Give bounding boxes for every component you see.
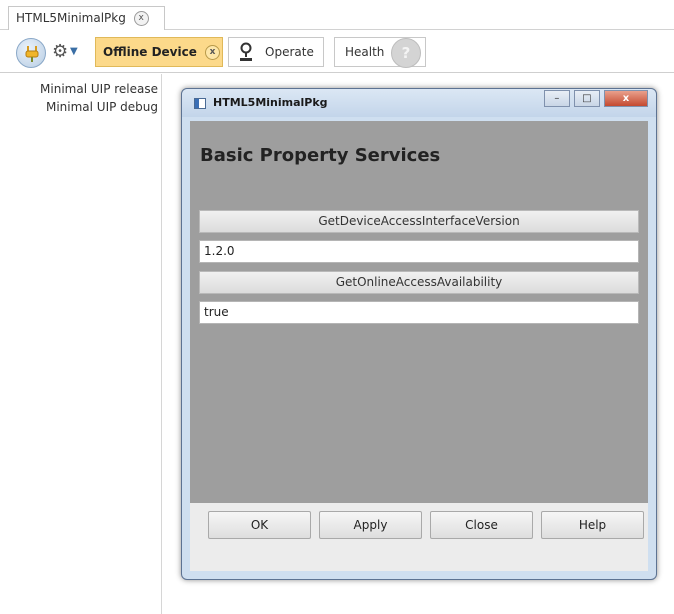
apply-button[interactable]: Apply — [319, 511, 422, 539]
tab-health-label: Health — [345, 45, 385, 59]
chevron-down-icon[interactable]: ▼ — [70, 46, 78, 57]
help-icon[interactable]: ? — [391, 38, 421, 68]
page-title: Basic Property Services — [200, 145, 441, 166]
dialog-window: HTML5MinimalPkg – □ x Basic Property Ser… — [181, 88, 657, 580]
connection-icon[interactable] — [16, 38, 46, 68]
dialog-content: Basic Property Services GetDeviceAccessI… — [190, 121, 648, 531]
minimize-button[interactable]: – — [543, 90, 570, 107]
pin-icon — [240, 42, 252, 61]
tab-health[interactable]: Health ? — [334, 37, 426, 68]
tab-operate[interactable]: Operate — [228, 37, 324, 67]
online-availability-field[interactable]: true — [199, 301, 639, 324]
tab-html5minimalpkg[interactable]: HTML5MinimalPkg x — [8, 6, 165, 30]
interface-version-field[interactable]: 1.2.0 — [199, 240, 639, 263]
dialog-title: HTML5MinimalPkg — [213, 96, 328, 109]
maximize-button[interactable]: □ — [573, 90, 600, 107]
tree-item-debug[interactable]: Minimal UIP debug — [18, 98, 161, 116]
project-tree: Minimal UIP release Minimal UIP debug — [18, 74, 162, 614]
offline-close-icon[interactable]: x — [205, 45, 221, 60]
get-online-availability-button[interactable]: GetOnlineAccessAvailability — [199, 271, 639, 294]
close-button[interactable]: Close — [430, 511, 533, 539]
close-window-button[interactable]: x — [604, 90, 648, 107]
help-button[interactable]: Help — [541, 511, 644, 539]
get-interface-version-button[interactable]: GetDeviceAccessInterfaceVersion — [199, 210, 639, 233]
dialog-footer: OK Apply Close Help — [190, 503, 648, 571]
plug-icon — [25, 46, 39, 62]
connection-group: ⚙ ▼ — [12, 38, 90, 68]
toolbar: ⚙ ▼ Offline Device x Operate Health ? — [0, 31, 674, 73]
tab-close-icon[interactable]: x — [133, 11, 149, 26]
gear-icon[interactable]: ⚙ — [52, 42, 68, 62]
dialog-titlebar[interactable]: HTML5MinimalPkg – □ x — [182, 89, 656, 117]
tree-item-release[interactable]: Minimal UIP release — [18, 80, 161, 98]
window-controls: – □ x — [543, 90, 648, 108]
window-icon — [194, 98, 206, 109]
document-tab-strip: HTML5MinimalPkg x — [0, 0, 674, 30]
tab-operate-label: Operate — [265, 45, 314, 59]
tab-label: HTML5MinimalPkg — [16, 11, 126, 25]
ok-button[interactable]: OK — [208, 511, 311, 539]
tab-offline-label: Offline Device — [103, 45, 197, 59]
tab-offline-device[interactable]: Offline Device x — [95, 37, 223, 67]
